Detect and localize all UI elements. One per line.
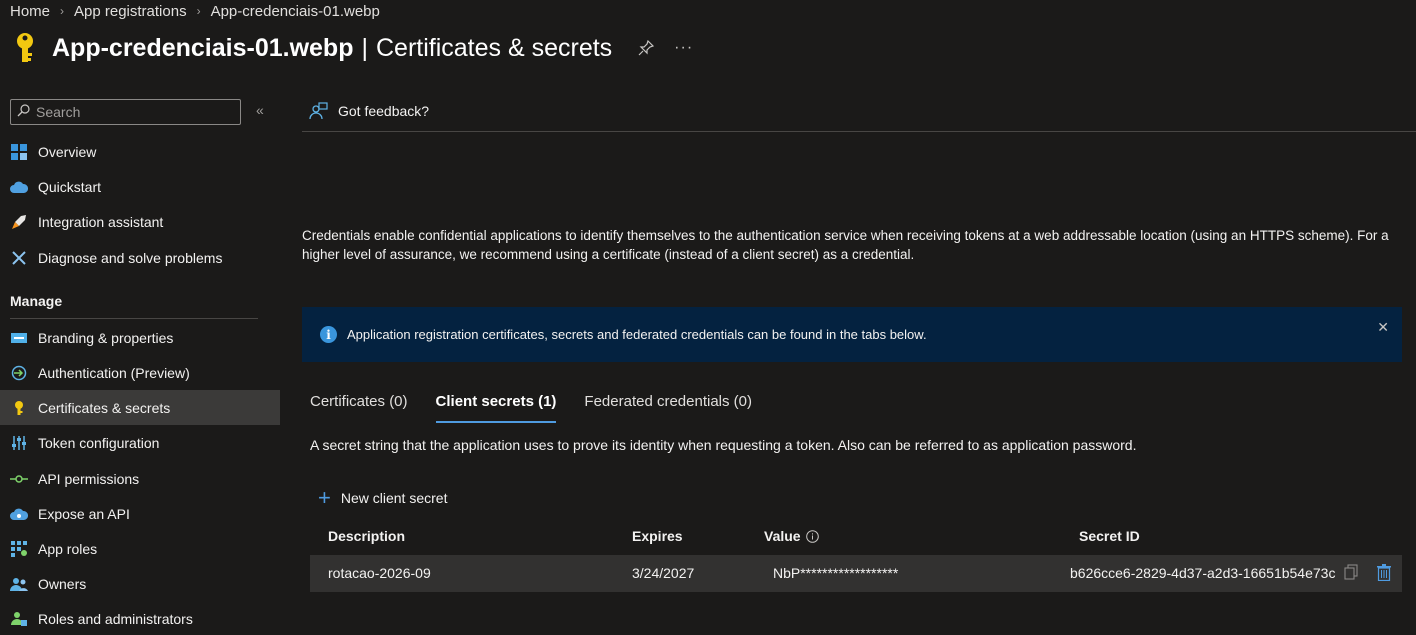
tab-certificates[interactable]: Certificates (0) (310, 393, 408, 423)
overview-icon (10, 143, 28, 161)
cloud-icon (10, 178, 28, 196)
sidebar-item-label: Diagnose and solve problems (38, 249, 223, 266)
app-roles-icon (10, 540, 28, 558)
sidebar-item-label: API permissions (38, 470, 140, 487)
table-row: rotacao-2026-09 3/24/2027 NbP***********… (310, 555, 1402, 592)
column-header-description: Description (328, 528, 406, 544)
api-permissions-icon (10, 470, 28, 488)
sidebar-item-label: Quickstart (38, 178, 102, 195)
page-title: App-credenciais-01.webp (52, 33, 354, 62)
close-icon[interactable]: ✕ (1377, 319, 1389, 336)
key-icon (10, 30, 40, 66)
sidebar-item-roles-administrators[interactable]: Roles and administrators (0, 601, 280, 635)
people-icon (10, 575, 28, 593)
sidebar-item-label: Expose an API (38, 505, 130, 522)
authentication-icon (10, 364, 28, 382)
column-header-expires: Expires (632, 528, 683, 544)
new-client-secret-label: New client secret (340, 490, 448, 506)
rocket-icon (10, 213, 28, 231)
info-banner-text: Application registration certificates, s… (347, 327, 927, 342)
delete-icon[interactable] (1377, 564, 1391, 581)
sidebar-item-diagnose[interactable]: Diagnose and solve problems (0, 240, 280, 275)
chevron-right-icon: › (60, 4, 65, 18)
info-banner: i Application registration certificates,… (302, 307, 1402, 362)
sidebar-item-expose-api[interactable]: Expose an API (0, 496, 280, 531)
breadcrumb-app-registrations[interactable]: App registrations (74, 3, 187, 20)
page-header: App-credenciais-01.webp | Certificates &… (10, 30, 693, 66)
sidebar-item-branding[interactable]: Branding & properties (0, 320, 280, 355)
sidebar-item-overview[interactable]: Overview (0, 134, 280, 169)
sidebar-item-label: Overview (38, 143, 97, 160)
sliders-icon (10, 434, 28, 452)
secret-expires: 3/24/2027 (632, 565, 695, 581)
sidebar-item-label: Authentication (Preview) (38, 364, 190, 381)
feedback-person-icon (308, 102, 328, 120)
sidebar-item-integration-assistant[interactable]: Integration assistant (0, 204, 280, 239)
sidebar-item-token-configuration[interactable]: Token configuration (0, 425, 280, 460)
pin-icon[interactable] (638, 40, 655, 56)
sidebar-item-label: Integration assistant (38, 213, 164, 230)
column-header-value-label: Value (764, 528, 801, 544)
column-header-secret-id: Secret ID (1079, 528, 1140, 544)
column-header-value: Value (764, 528, 819, 544)
divider (10, 318, 258, 319)
sidebar-item-label: Token configuration (38, 434, 160, 451)
copy-icon[interactable] (1344, 564, 1358, 580)
plus-icon: + (318, 485, 331, 510)
tab-bar: Certificates (0) Client secrets (1) Fede… (310, 393, 780, 423)
sidebar-item-authentication[interactable]: Authentication (Preview) (0, 355, 280, 390)
sidebar-item-quickstart[interactable]: Quickstart (0, 169, 280, 204)
sidebar-item-label: App roles (38, 540, 98, 557)
search-box[interactable] (10, 99, 241, 125)
sidebar-item-owners[interactable]: Owners (0, 566, 280, 601)
client-secrets-description: A secret string that the application use… (310, 437, 1137, 453)
credentials-description: Credentials enable confidential applicat… (302, 228, 1389, 262)
tab-federated-credentials[interactable]: Federated credentials (0) (584, 393, 752, 423)
section-manage: Manage (10, 293, 63, 309)
key-icon (10, 399, 28, 417)
sidebar-item-label: Roles and administrators (38, 610, 193, 627)
sidebar-item-app-roles[interactable]: App roles (0, 531, 280, 566)
collapse-double-chevron-icon[interactable]: « (256, 102, 264, 118)
sidebar-item-api-permissions[interactable]: API permissions (0, 461, 280, 496)
search-icon (17, 104, 30, 120)
cloud-api-icon (10, 505, 28, 523)
chevron-right-icon: › (196, 4, 201, 18)
sidebar-item-label: Owners (38, 575, 87, 592)
breadcrumb: Home › App registrations › App-credencia… (10, 2, 380, 20)
title-separator: | (361, 33, 368, 62)
tab-client-secrets[interactable]: Client secrets (1) (435, 393, 556, 423)
breadcrumb-current[interactable]: App-credenciais-01.webp (211, 3, 380, 20)
feedback-label: Got feedback? (338, 103, 430, 119)
breadcrumb-home[interactable]: Home (10, 3, 50, 20)
info-icon: i (320, 326, 337, 343)
sidebar-item-label: Branding & properties (38, 329, 174, 346)
secret-description: rotacao-2026-09 (328, 565, 431, 581)
page-subtitle: Certificates & secrets (375, 33, 613, 62)
secret-value: NbP****************** (773, 565, 899, 581)
sidebar: « Overview Quickstart Integration assist… (0, 96, 280, 635)
search-input[interactable] (36, 104, 226, 120)
branding-icon (10, 329, 28, 347)
secret-id: b626cce6-2829-4d37-a2d3-16651b54e73c (1070, 565, 1336, 581)
divider (302, 131, 1416, 132)
new-client-secret-button[interactable]: + New client secret (318, 487, 447, 509)
more-options-icon[interactable]: ··· (674, 39, 693, 57)
secrets-table-header: Description Expires Value Secret ID (310, 522, 1402, 550)
info-icon[interactable] (805, 529, 819, 543)
roles-admin-icon (10, 610, 28, 628)
wrench-icon (10, 249, 28, 267)
feedback-button[interactable]: Got feedback? (308, 100, 429, 122)
sidebar-item-certificates-secrets[interactable]: Certificates & secrets (0, 390, 280, 425)
sidebar-item-label: Certificates & secrets (38, 399, 171, 416)
